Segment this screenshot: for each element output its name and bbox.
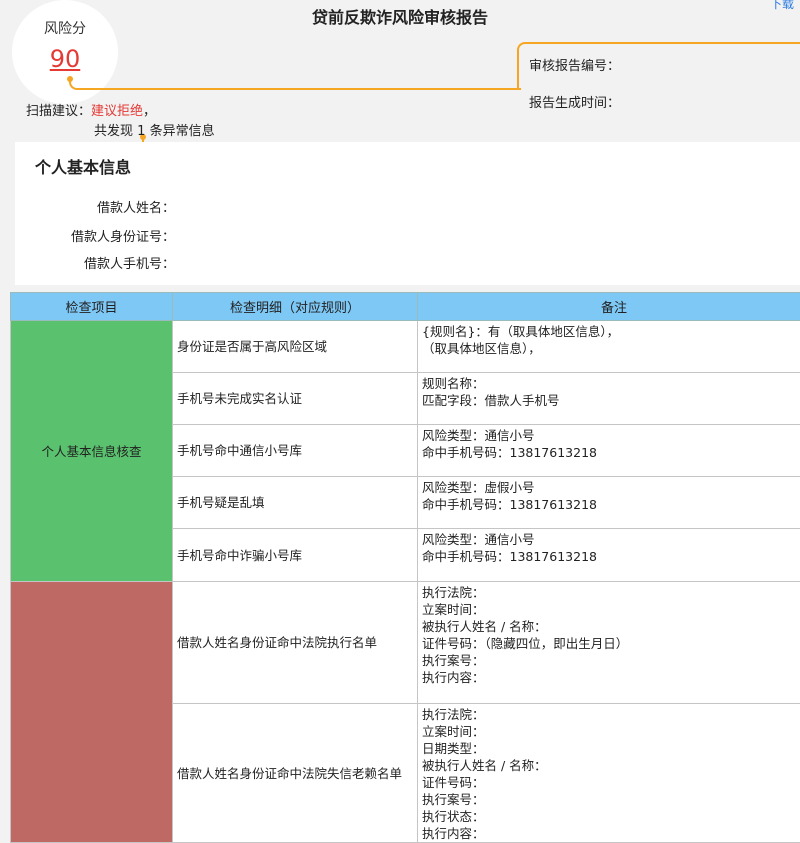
detail-cell: 身份证是否属于高风险区域 <box>173 321 418 373</box>
connector-line <box>69 80 521 90</box>
anomaly-count: 共发现 1 条异常信息 <box>94 120 215 139</box>
report-time-label: 报告生成时间： <box>529 92 620 111</box>
note-line: 立案时间： <box>422 723 800 740</box>
column-header-check-detail: 检查明细（对应规则） <box>173 293 418 321</box>
borrower-id-label: 借款人身份证号： <box>71 226 175 245</box>
risk-score-value[interactable]: 90 <box>12 45 118 73</box>
detail-cell: 手机号命中通信小号库 <box>173 425 418 477</box>
note-line: 证件号码： <box>422 774 800 791</box>
check-table-body: 个人基本信息核查身份证是否属于高风险区域{规则名}：有（取具体地区信息），（取具… <box>11 321 800 843</box>
note-line: 执行状态： <box>422 808 800 825</box>
detail-cell: 手机号命中诈骗小号库 <box>173 529 418 582</box>
note-line: 风险类型：通信小号 <box>422 531 800 548</box>
note-line: 日期类型： <box>422 740 800 757</box>
table-row: 借款人姓名身份证命中法院执行名单执行法院：立案时间：被执行人姓名 / 名称：证件… <box>11 582 800 704</box>
detail-cell: 借款人姓名身份证命中法院执行名单 <box>173 582 418 704</box>
report-number-label: 审核报告编号： <box>529 55 620 74</box>
category-cell <box>11 582 173 843</box>
note-line: {规则名}：有（取具体地区信息）， <box>422 323 800 340</box>
note-line: 证件号码：（隐藏四位，即出生月日） <box>422 635 800 652</box>
check-table: 检查项目 检查明细（对应规则） 备注 个人基本信息核查身份证是否属于高风险区域{… <box>10 292 800 843</box>
note-line: 执行法院： <box>422 584 800 601</box>
note-line: 被执行人姓名 / 名称： <box>422 618 800 635</box>
note-line: 被执行人姓名 / 名称： <box>422 757 800 774</box>
table-row: 个人基本信息核查身份证是否属于高风险区域{规则名}：有（取具体地区信息），（取具… <box>11 321 800 373</box>
note-cell: 执行法院：立案时间：被执行人姓名 / 名称：证件号码：（隐藏四位，即出生月日）执… <box>418 582 800 704</box>
scan-suggestion: 扫描建议：建议拒绝， <box>26 100 156 119</box>
column-header-check-item: 检查项目 <box>11 293 173 321</box>
note-line: 执行内容： <box>422 669 800 686</box>
anomaly-count-prefix: 共发现 <box>94 124 133 139</box>
detail-cell: 手机号未完成实名认证 <box>173 373 418 425</box>
note-cell: 规则名称：匹配字段：借款人手机号 <box>418 373 800 425</box>
detail-cell: 借款人姓名身份证命中法院失信老赖名单 <box>173 704 418 843</box>
note-line: 规则名称： <box>422 375 800 392</box>
note-line: 命中手机号码：13817613218 <box>422 444 800 461</box>
note-line: 风险类型：通信小号 <box>422 427 800 444</box>
note-cell: 风险类型：通信小号命中手机号码：13817613218 <box>418 529 800 582</box>
anomaly-count-suffix: 条异常信息 <box>150 124 215 139</box>
note-line: 执行法院： <box>422 706 800 723</box>
note-line: 匹配字段：借款人手机号 <box>422 392 800 409</box>
note-line: 立案时间： <box>422 601 800 618</box>
detail-cell: 手机号疑是乱填 <box>173 477 418 529</box>
page-title: 贷前反欺诈风险审核报告 <box>0 4 800 28</box>
scan-suggestion-prefix: 扫描建议： <box>26 104 91 119</box>
anomaly-count-value: 1 <box>137 124 145 139</box>
borrower-phone-label: 借款人手机号： <box>84 253 175 272</box>
note-line: 风险类型：虚假小号 <box>422 479 800 496</box>
note-line: 执行案号： <box>422 791 800 808</box>
note-line: 命中手机号码：13817613218 <box>422 548 800 565</box>
category-cell: 个人基本信息核查 <box>11 321 173 582</box>
download-link[interactable]: 下载 <box>770 0 794 12</box>
column-header-remarks: 备注 <box>418 293 800 321</box>
note-line: 执行内容： <box>422 825 800 842</box>
note-cell: 执行法院：立案时间：日期类型：被执行人姓名 / 名称：证件号码：执行案号：执行状… <box>418 704 800 843</box>
note-line: 执行案号： <box>422 652 800 669</box>
note-line: 命中手机号码：13817613218 <box>422 496 800 513</box>
personal-info-panel: 个人基本信息 借款人姓名： 借款人身份证号： 借款人手机号： <box>15 142 800 285</box>
personal-info-title: 个人基本信息 <box>35 154 131 178</box>
table-header-row: 检查项目 检查明细（对应规则） 备注 <box>11 293 800 321</box>
note-line: （取具体地区信息）， <box>422 340 800 357</box>
note-cell: {规则名}：有（取具体地区信息），（取具体地区信息）， <box>418 321 800 373</box>
borrower-name-label: 借款人姓名： <box>97 197 175 216</box>
scan-suggestion-value: 建议拒绝 <box>91 104 143 119</box>
risk-score-label: 风险分 <box>12 18 118 38</box>
note-cell: 风险类型：虚假小号命中手机号码：13817613218 <box>418 477 800 529</box>
note-cell: 风险类型：通信小号命中手机号码：13817613218 <box>418 425 800 477</box>
scan-suggestion-suffix: ， <box>143 104 156 119</box>
